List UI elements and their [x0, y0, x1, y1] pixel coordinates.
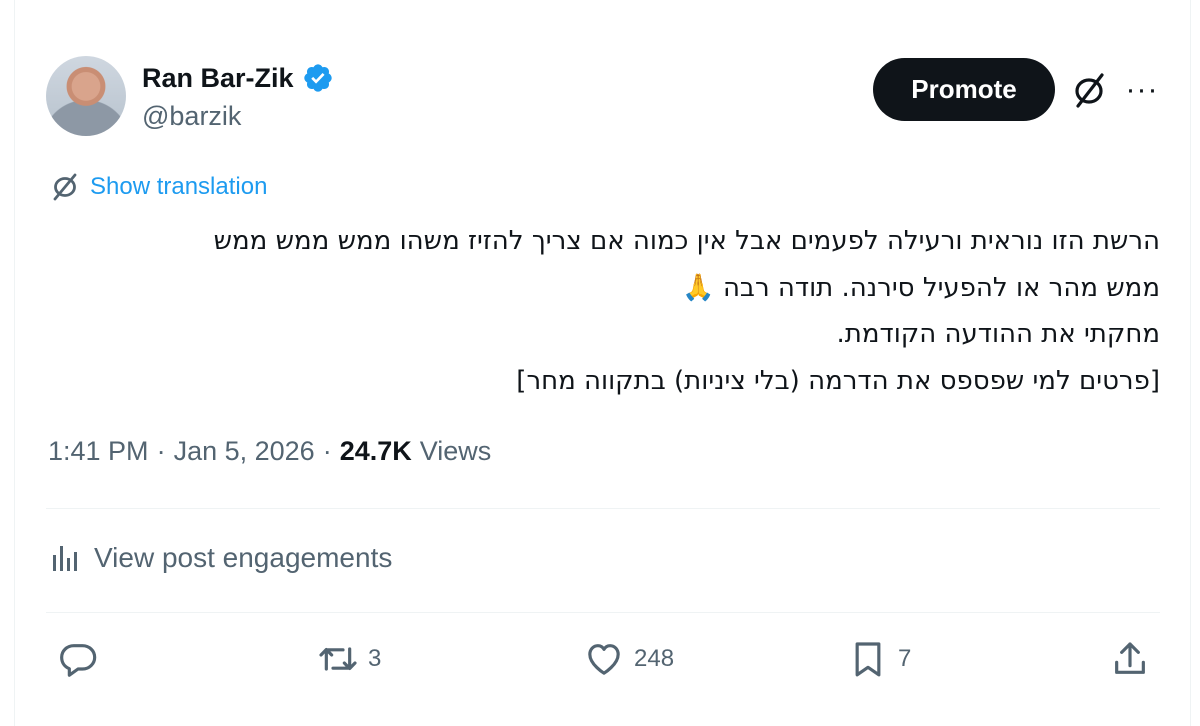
tweet-text: הרשת הזו נוראית ורעילה לפעמים אבל אין כמ…: [60, 218, 1160, 404]
divider: [46, 508, 1160, 509]
retweet-icon: [319, 647, 357, 671]
verified-badge-icon[interactable]: [302, 62, 334, 94]
analytics-icon: [53, 546, 77, 571]
more-options-icon[interactable]: ···: [1122, 72, 1162, 108]
avatar[interactable]: [46, 56, 126, 136]
tweet-line: מחקתי את ההודעה הקודמת.: [836, 319, 1161, 349]
tweet-line: [פרטים למי שפספס את הדרמה (בלי ציניות) ב…: [516, 365, 1160, 396]
author-name-row: Ran Bar-Zik: [142, 62, 334, 94]
grok-icon[interactable]: [1069, 72, 1109, 110]
tweet-date[interactable]: Jan 5, 2026: [174, 436, 315, 467]
tweet-meta: 1:41 PM · Jan 5, 2026 · 24.7K Views: [48, 436, 491, 467]
author-handle[interactable]: @barzik: [142, 101, 241, 132]
share-icon: [1115, 642, 1145, 674]
tweet-line: הרשת הזו נוראית ורעילה לפעמים אבל אין כמ…: [213, 226, 1160, 256]
bookmark-count: 7: [898, 645, 912, 672]
show-translation-row[interactable]: Show translation: [50, 172, 267, 202]
reply-icon: [60, 644, 97, 677]
frame-border-right: [1190, 0, 1191, 726]
show-translation-link[interactable]: Show translation: [90, 173, 267, 201]
views-count: 24.7K: [339, 436, 412, 466]
tweet-time[interactable]: 1:41 PM: [48, 436, 149, 467]
grok-icon: [53, 173, 77, 201]
views-label: Views: [419, 436, 492, 466]
like-button[interactable]: 248: [584, 636, 674, 682]
frame-border-left: [14, 0, 15, 726]
bookmark-icon: [855, 642, 881, 677]
view-post-engagements-label: View post engagements: [94, 542, 393, 573]
retweet-count: 3: [368, 645, 382, 672]
reply-button[interactable]: [58, 636, 108, 682]
like-count: 248: [634, 645, 675, 672]
meta-separator: ·: [322, 436, 332, 466]
promote-button[interactable]: Promote: [873, 58, 1055, 121]
divider: [46, 612, 1160, 613]
retweet-button[interactable]: 3: [318, 636, 381, 682]
author-name[interactable]: Ran Bar-Zik: [142, 63, 294, 94]
meta-separator: ·: [156, 436, 166, 466]
heart-icon: [588, 644, 620, 675]
bookmark-button[interactable]: 7: [848, 636, 911, 682]
tweet-line: ממש מהר או להפעיל סירנה. תודה רבה 🙏: [682, 272, 1160, 303]
share-button[interactable]: [1110, 636, 1160, 682]
view-post-engagements[interactable]: View post engagements: [50, 542, 392, 574]
